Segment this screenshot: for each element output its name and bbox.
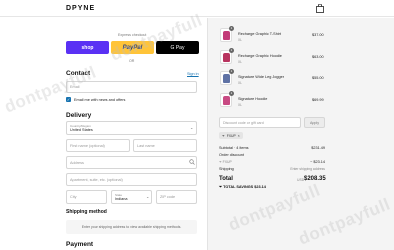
- order-discount-label: Order discount: [219, 153, 244, 157]
- shop-pay-button[interactable]: shop: [66, 41, 109, 54]
- discount-value: − $23.14: [310, 160, 325, 164]
- item-name: Recharge Graphic Hoodie: [238, 54, 282, 58]
- payment-heading: Payment: [66, 241, 94, 248]
- quantity-badge: 1: [229, 26, 234, 31]
- store-logo[interactable]: DPYNE: [66, 5, 95, 12]
- first-name-field[interactable]: First name (optional): [66, 139, 130, 152]
- chevron-down-icon: ⌄: [190, 125, 194, 130]
- discount-code-input[interactable]: Discount code or gift card: [219, 117, 301, 128]
- savings-label: TOTAL SAVINGS: [223, 185, 254, 189]
- item-price: $55.00: [312, 76, 324, 80]
- item-name: Recharge Graphic T-Shirt: [238, 32, 281, 36]
- item-size: XL: [238, 38, 242, 42]
- newsletter-checkbox-label: Email me with news and offers: [74, 97, 126, 102]
- item-size: XL: [238, 60, 242, 64]
- chevron-down-icon: ⌄: [146, 194, 150, 199]
- country-select[interactable]: Country/Region United States: [66, 121, 197, 135]
- savings-value: $23.14: [254, 185, 266, 189]
- quantity-badge: 1: [229, 69, 234, 74]
- subtotal-value: $231.49: [311, 146, 325, 150]
- subtotal-label: Subtotal · 4 items: [219, 146, 249, 150]
- newsletter-checkbox[interactable]: ✓: [66, 97, 71, 102]
- delivery-heading: Delivery: [66, 112, 92, 119]
- sign-in-link[interactable]: Sign in: [187, 72, 199, 76]
- search-icon: [189, 159, 195, 165]
- item-size: XL: [238, 103, 242, 107]
- discount-tag-code: FXUP: [226, 133, 236, 138]
- city-field[interactable]: City: [66, 190, 107, 204]
- shipping-label: Shipping: [219, 167, 234, 171]
- discount-tag: ⏷ FXUP ×: [219, 132, 243, 139]
- apply-discount-button[interactable]: Apply: [304, 117, 325, 128]
- total-label: Total: [219, 176, 233, 182]
- product-image: [223, 53, 230, 62]
- discount-code-label: ⏷ FXUP: [219, 160, 232, 164]
- shopping-bag-icon[interactable]: [316, 4, 324, 13]
- item-name: Signature Wide Leg Jogger: [238, 75, 285, 79]
- product-image: [223, 31, 230, 40]
- item-size: XL: [238, 81, 242, 85]
- address-field[interactable]: Address: [66, 156, 197, 169]
- item-name: Signature Hoodie: [238, 97, 268, 101]
- item-price: $63.00: [312, 55, 324, 59]
- item-price: $37.00: [312, 33, 324, 37]
- product-image: [223, 74, 230, 83]
- shipping-method-message: Enter your shipping address to view avai…: [66, 220, 197, 234]
- state-value: Indiana: [115, 197, 128, 201]
- tag-icon: ⏷: [222, 133, 225, 138]
- last-name-field[interactable]: Last name: [133, 139, 197, 152]
- shipping-method-heading: Shipping method: [66, 209, 107, 215]
- country-value: United States: [70, 128, 93, 132]
- quantity-badge: 1: [229, 91, 234, 96]
- item-price: $69.99: [312, 98, 324, 102]
- shipping-value: Enter shipping address: [290, 167, 325, 171]
- discount-code-text: FXUP: [222, 160, 232, 164]
- zip-code-field[interactable]: ZIP code: [156, 190, 197, 204]
- quantity-badge: 1: [229, 48, 234, 53]
- apartment-field[interactable]: Apartment, suite, etc. (optional): [66, 173, 197, 186]
- remove-tag-icon[interactable]: ×: [238, 134, 240, 138]
- product-image: [223, 96, 230, 105]
- total-savings: ⏷ TOTAL SAVINGS $23.14: [219, 185, 266, 189]
